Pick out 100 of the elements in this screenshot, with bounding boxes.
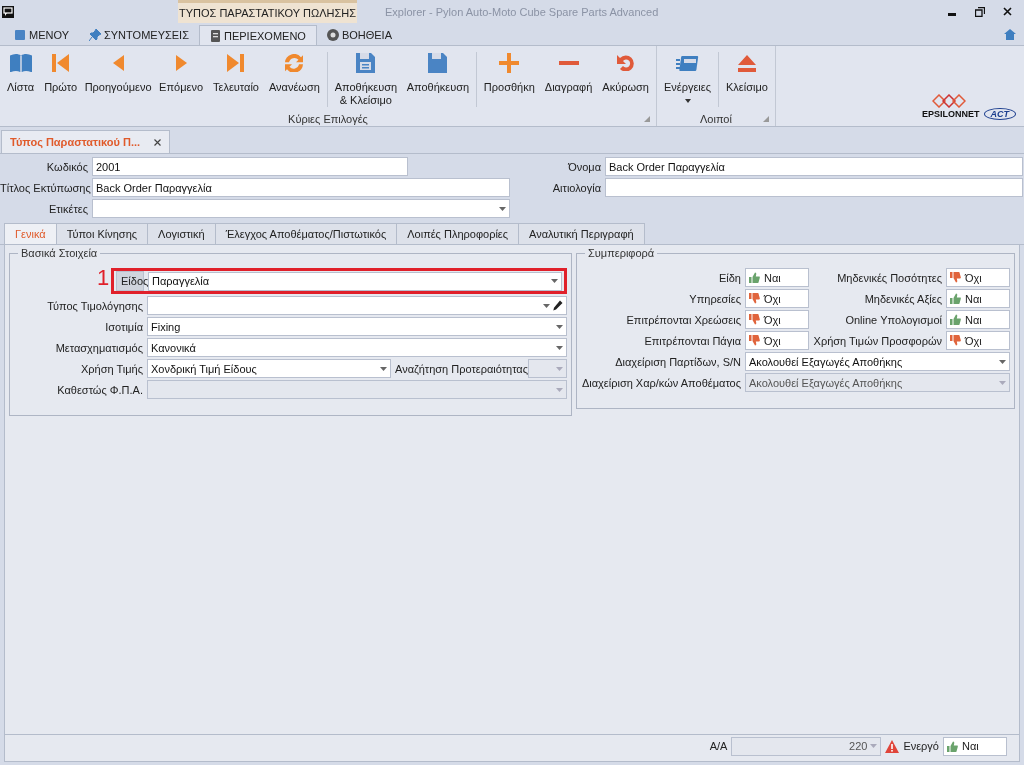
pin-icon: [89, 29, 101, 41]
dropdown-field[interactable]: Ακολουθεί Εξαγωγές Αποθήκης: [745, 352, 1010, 371]
plus-icon: [499, 53, 520, 73]
minus-icon: [558, 61, 579, 65]
field-label: Διαχείριση Χαρ/κών Αποθέματος: [581, 376, 741, 389]
field-label: Υπηρεσίες: [688, 292, 741, 305]
toggle-field[interactable]: Όχι: [946, 331, 1010, 350]
context-tab[interactable]: ΤΥΠΟΣ ΠΑΡΑΣΤΑΤΙΚΟΥ ΠΩΛΗΣΗΣ: [178, 0, 357, 23]
field-label: Κωδικός: [45, 160, 88, 173]
caret-icon: [999, 359, 1006, 364]
number-field[interactable]: 220: [731, 736, 882, 756]
input-field[interactable]: Back Order Παραγγελία: [92, 178, 510, 197]
form-tab[interactable]: Λοιπές Πληροφορίες: [396, 223, 520, 244]
group-title: Βασικά Στοιχεία: [18, 247, 101, 259]
ribbon-button[interactable]: Ενέργειες: [658, 46, 717, 111]
ribbon-button[interactable]: Επόμενο: [154, 46, 208, 111]
restore-icon[interactable]: [975, 6, 985, 17]
ribbon-button[interactable]: Αποθήκευση: [401, 46, 474, 111]
caret-icon: [556, 387, 563, 392]
field-label: Ισοτιμία: [104, 320, 143, 333]
dropdown-field[interactable]: Χονδρική Τιμή Είδους: [147, 359, 392, 378]
field-label: Α/Α: [709, 740, 728, 752]
ribbon-button[interactable]: Τελευταίο: [208, 46, 264, 111]
thumbs-up-icon: [749, 272, 760, 283]
thumbs-down-icon: [749, 335, 760, 346]
toggle-field[interactable]: Ναι: [946, 289, 1010, 308]
toggle-field[interactable]: Όχι: [745, 289, 809, 308]
thumbs-up-icon: [950, 293, 961, 304]
field-label: Αιτιολογία: [551, 181, 601, 194]
thumbs-down-icon: [950, 335, 961, 346]
toggle-field[interactable]: Ναι: [745, 268, 809, 287]
rings-logo-icon: [932, 94, 966, 108]
caret-icon: [551, 279, 558, 283]
group-label: Λοιποί: [700, 112, 732, 125]
app-icon[interactable]: [2, 5, 14, 18]
toggle-field[interactable]: Όχι: [946, 268, 1010, 287]
help-icon: [326, 29, 339, 41]
next-icon: [175, 55, 187, 71]
ribbon-button[interactable]: Κλείσιμο: [721, 46, 773, 111]
ribbon-button[interactable]: Ακύρωση: [597, 46, 654, 111]
ribbon-button[interactable]: Διαγραφή: [539, 46, 598, 111]
toggle-field[interactable]: Ναι: [943, 736, 1007, 756]
field-label: Καθεστώς Φ.Π.Α.: [56, 383, 143, 396]
dropdown-field[interactable]: Παραγγελία: [148, 271, 562, 291]
thumbs-down-icon: [749, 314, 760, 325]
ribbon-tab[interactable]: ΣΥΝΤΟΜΕΥΣΕΙΣ: [79, 25, 199, 45]
field-label: Είδη: [717, 271, 741, 284]
input-field[interactable]: Back Order Παραγγελία: [605, 157, 1023, 176]
thumbs-up-icon: [950, 314, 961, 325]
caret-icon: [556, 345, 563, 350]
input-field[interactable]: 2001: [92, 157, 408, 176]
field-label: Επιτρέπονται Πάγια: [643, 334, 741, 347]
ribbon-tab[interactable]: ΜΕΝΟΥ: [4, 25, 79, 45]
thumbs-up-icon: [947, 740, 958, 752]
dropdown-field[interactable]: [92, 199, 510, 218]
form-tab[interactable]: Αναλυτική Περιγραφή: [518, 223, 645, 244]
ribbon-button[interactable]: Αποθήκευση & Κλείσιμο: [329, 46, 402, 111]
ribbon-button[interactable]: Προηγούμενο: [82, 46, 155, 111]
field-label: Ενεργό: [903, 740, 939, 752]
ribbon-tab[interactable]: ΒΟΗΘΕΙΑ: [316, 25, 402, 45]
callout-number: 1: [97, 265, 110, 291]
field-label: Μηδενικές Αξίες: [863, 292, 942, 305]
close-icon[interactable]: [1003, 7, 1012, 16]
toggle-field[interactable]: Όχι: [745, 310, 809, 329]
document-icon: [210, 29, 221, 42]
undo-icon: [617, 54, 635, 72]
group-title: Συμπεριφορά: [585, 247, 658, 259]
dropdown-field[interactable]: Κανονικά: [147, 338, 567, 357]
form-tab[interactable]: Λογιστική: [147, 223, 216, 244]
ribbon-tab[interactable]: ΠΕΡΙΕΧΟΜΕΝΟ: [199, 25, 317, 45]
ribbon-button[interactable]: Λίστα: [2, 46, 40, 111]
field-label: Αναζήτηση Προτεραιότητας: [395, 362, 528, 375]
input-field[interactable]: [605, 178, 1023, 197]
expand-corner-icon[interactable]: [762, 116, 769, 122]
thumbs-down-icon: [950, 272, 961, 283]
first-record-icon: [52, 54, 70, 72]
caret-icon: [543, 303, 550, 308]
home-icon[interactable]: [1004, 28, 1016, 40]
field-label: Ετικέτες: [47, 202, 88, 215]
ribbon-button[interactable]: Πρώτο: [39, 46, 83, 111]
caret-icon: [999, 380, 1006, 385]
ribbon-button[interactable]: Ανανέωση: [263, 46, 325, 111]
group-label: Κύριες Επιλογές: [288, 112, 368, 125]
form-tab[interactable]: Τύποι Κίνησης: [55, 223, 149, 244]
caret-icon: [556, 324, 563, 329]
expand-corner-icon[interactable]: [643, 116, 650, 122]
field-label: Χρήση Τιμής: [80, 362, 143, 375]
caret-icon: [870, 744, 878, 748]
previous-icon: [112, 55, 124, 71]
toggle-field[interactable]: Ναι: [946, 310, 1010, 329]
close-icon[interactable]: [154, 138, 162, 146]
field-label: Χρήση Τιμών Προσφορών: [813, 334, 942, 347]
toggle-field[interactable]: Όχι: [745, 331, 809, 350]
dropdown-field[interactable]: [147, 296, 567, 315]
pencil-icon[interactable]: [553, 300, 563, 311]
field-label: Διαχείριση Παρτίδων, S/N: [614, 355, 741, 368]
field-label: Μετασχηματισμός: [54, 341, 143, 354]
dropdown-field[interactable]: Fixing: [147, 317, 567, 336]
ribbon-button[interactable]: Προσθήκη: [478, 46, 540, 111]
form-tab[interactable]: Έλεγχος Αποθέματος/Πιστωτικός: [214, 223, 398, 244]
